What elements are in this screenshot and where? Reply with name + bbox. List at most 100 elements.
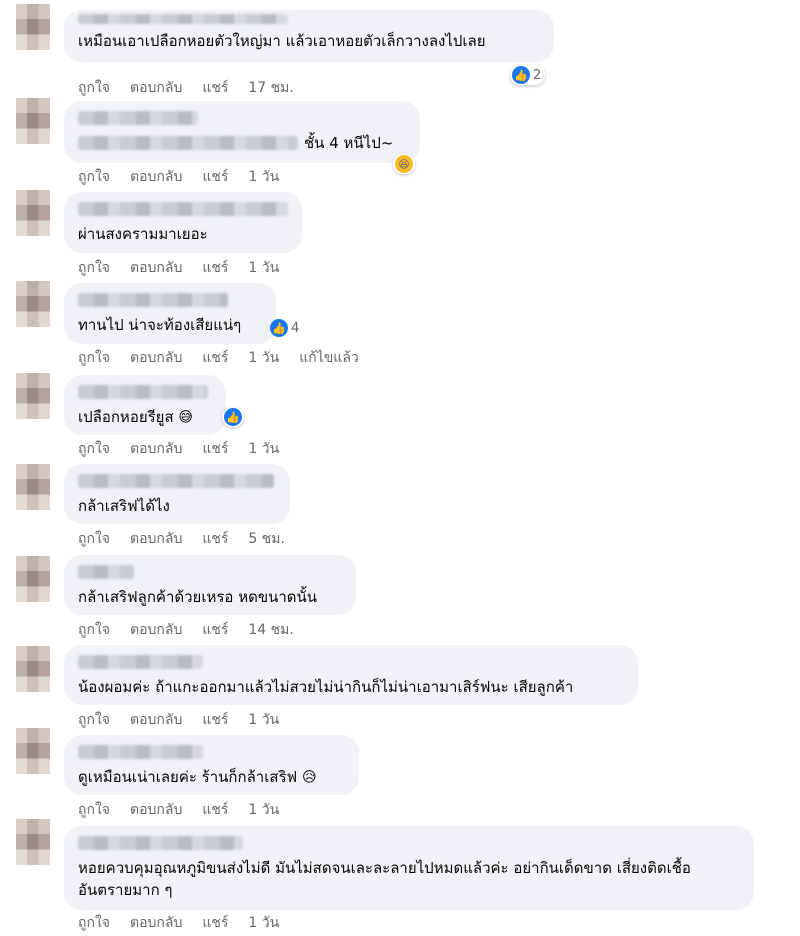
comment-text: ทานไป น่าจะท้องเสียแน่ๆ bbox=[78, 316, 242, 334]
like-button[interactable]: ถูกใจ bbox=[78, 619, 110, 641]
thumbs-up-icon: 👍 bbox=[512, 66, 530, 84]
grinning-emoji-icon: 😅 bbox=[178, 409, 194, 426]
avatar[interactable] bbox=[16, 373, 50, 419]
avatar[interactable] bbox=[16, 728, 50, 774]
blurred-author-name[interactable] bbox=[78, 202, 288, 216]
comment-bubble: หอยควบคุมอุณหภูมิขนส่งไม่ดี มันไม่สดจนเล… bbox=[64, 826, 754, 910]
timestamp[interactable]: 17 ชม. bbox=[248, 77, 293, 99]
comment-text: ชั้น 4 หนีไป~ bbox=[304, 134, 394, 152]
reply-button[interactable]: ตอบกลับ bbox=[130, 528, 182, 550]
like-button[interactable]: ถูกใจ bbox=[78, 799, 110, 821]
comment-text-body: เปลือกหอยรียูส bbox=[78, 408, 174, 426]
blurred-text bbox=[78, 136, 298, 150]
timestamp[interactable]: 1 วัน bbox=[248, 166, 279, 188]
comment-actions: ถูกใจ ตอบกลับ แชร์ 17 ชม. bbox=[78, 77, 294, 99]
comment-actions: ถูกใจ ตอบกลับ แชร์ 1 วัน bbox=[78, 799, 279, 821]
like-button[interactable]: ถูกใจ bbox=[78, 528, 110, 550]
reply-button[interactable]: ตอบกลับ bbox=[130, 912, 182, 934]
comment-bubble: เหมือนเอาเปลือกหอยตัวใหญ่มา แล้วเอาหอยตั… bbox=[64, 10, 554, 62]
blurred-author-name[interactable] bbox=[78, 111, 198, 125]
blurred-author-name[interactable] bbox=[78, 14, 288, 24]
avatar[interactable] bbox=[16, 819, 50, 865]
comment-text: หอยควบคุมอุณหภูมิขนส่งไม่ดี มันไม่สดจนเล… bbox=[78, 859, 691, 899]
thumbs-up-icon: 👍 bbox=[270, 319, 288, 337]
share-button[interactable]: แชร์ bbox=[202, 166, 228, 188]
share-button[interactable]: แชร์ bbox=[202, 347, 228, 369]
blurred-author-name[interactable] bbox=[78, 655, 203, 669]
comment-bubble: ผ่านสงครามมาเยอะ bbox=[64, 192, 302, 253]
blurred-author-name[interactable] bbox=[78, 565, 134, 579]
like-button[interactable]: ถูกใจ bbox=[78, 166, 110, 188]
sad-emoji-icon: 😥 bbox=[301, 769, 317, 786]
comment-actions: ถูกใจ ตอบกลับ แชร์ 1 วัน bbox=[78, 257, 279, 279]
avatar[interactable] bbox=[16, 464, 50, 510]
reply-button[interactable]: ตอบกลับ bbox=[130, 77, 182, 99]
share-button[interactable]: แชร์ bbox=[202, 257, 228, 279]
share-button[interactable]: แชร์ bbox=[202, 438, 228, 460]
share-button[interactable]: แชร์ bbox=[202, 799, 228, 821]
timestamp[interactable]: 1 วัน bbox=[248, 438, 279, 460]
comment-bubble: ชั้น 4 หนีไป~ bbox=[64, 101, 420, 163]
like-button[interactable]: ถูกใจ bbox=[78, 77, 110, 99]
blurred-author-name[interactable] bbox=[78, 293, 228, 307]
comment-text: กล้าเสริฟลูกค้าด้วยเหรอ หดขนาดนั้น bbox=[78, 588, 317, 606]
share-button[interactable]: แชร์ bbox=[202, 709, 228, 731]
like-button[interactable]: ถูกใจ bbox=[78, 257, 110, 279]
comment-bubble: กล้าเสริฟลูกค้าด้วยเหรอ หดขนาดนั้น bbox=[64, 555, 356, 615]
reaction-count: 2 bbox=[533, 67, 542, 83]
reply-button[interactable]: ตอบกลับ bbox=[130, 347, 182, 369]
reaction-summary[interactable]: 👍 2 bbox=[510, 65, 546, 85]
reaction-summary[interactable]: 😆 bbox=[393, 154, 415, 174]
timestamp[interactable]: 1 วัน bbox=[248, 257, 279, 279]
comment-bubble: ดูเหมือนเน่าเลยค่ะ ร้านก็กล้าเสริฟ 😥 bbox=[64, 735, 359, 795]
share-button[interactable]: แชร์ bbox=[202, 77, 228, 99]
share-button[interactable]: แชร์ bbox=[202, 528, 228, 550]
comment-bubble: น้องผอมค่ะ ถ้าแกะออกมาแล้วไม่สวยไม่น่ากิ… bbox=[64, 645, 638, 705]
avatar[interactable] bbox=[16, 281, 50, 327]
timestamp[interactable]: 5 ชม. bbox=[248, 528, 285, 550]
avatar[interactable] bbox=[16, 4, 50, 50]
reaction-summary[interactable]: 👍 4 bbox=[268, 318, 303, 338]
avatar[interactable] bbox=[16, 98, 50, 144]
comment-text: น้องผอมค่ะ ถ้าแกะออกมาแล้วไม่สวยไม่น่ากิ… bbox=[78, 678, 574, 696]
blurred-author-name[interactable] bbox=[78, 385, 208, 399]
reaction-summary[interactable]: 👍 bbox=[222, 407, 244, 427]
comment-actions: ถูกใจ ตอบกลับ แชร์ 1 วัน แก้ไขแล้ว bbox=[78, 347, 359, 369]
reply-button[interactable]: ตอบกลับ bbox=[130, 257, 182, 279]
comment-actions: ถูกใจ ตอบกลับ แชร์ 1 วัน bbox=[78, 166, 279, 188]
comment-bubble: กล้าเสริฟได้ไง bbox=[64, 464, 290, 524]
edited-label: แก้ไขแล้ว bbox=[299, 350, 359, 366]
share-button[interactable]: แชร์ bbox=[202, 619, 228, 641]
timestamp[interactable]: 1 วัน bbox=[248, 799, 279, 821]
reply-button[interactable]: ตอบกลับ bbox=[130, 166, 182, 188]
timestamp[interactable]: 14 ชม. bbox=[248, 619, 293, 641]
comment-text: กล้าเสริฟได้ไง bbox=[78, 497, 170, 515]
timestamp[interactable]: 1 วัน bbox=[248, 347, 279, 369]
blurred-author-name[interactable] bbox=[78, 474, 274, 488]
like-button[interactable]: ถูกใจ bbox=[78, 438, 110, 460]
comment-actions: ถูกใจ ตอบกลับ แชร์ 1 วัน bbox=[78, 438, 279, 460]
avatar[interactable] bbox=[16, 556, 50, 602]
blurred-author-name[interactable] bbox=[78, 836, 243, 850]
comment-actions: ถูกใจ ตอบกลับ แชร์ 5 ชม. bbox=[78, 528, 285, 550]
share-button[interactable]: แชร์ bbox=[202, 912, 228, 934]
avatar[interactable] bbox=[16, 646, 50, 692]
timestamp[interactable]: 1 วัน bbox=[248, 912, 279, 934]
reply-button[interactable]: ตอบกลับ bbox=[130, 619, 182, 641]
comment-actions: ถูกใจ ตอบกลับ แชร์ 1 วัน bbox=[78, 912, 279, 934]
timestamp[interactable]: 1 วัน bbox=[248, 709, 279, 731]
reply-button[interactable]: ตอบกลับ bbox=[130, 799, 182, 821]
reaction-count: 4 bbox=[291, 320, 300, 336]
reply-button[interactable]: ตอบกลับ bbox=[130, 709, 182, 731]
like-button[interactable]: ถูกใจ bbox=[78, 912, 110, 934]
reply-button[interactable]: ตอบกลับ bbox=[130, 438, 182, 460]
comment-actions: ถูกใจ ตอบกลับ แชร์ 14 ชม. bbox=[78, 619, 294, 641]
comment-bubble: ทานไป น่าจะท้องเสียแน่ๆ bbox=[64, 283, 276, 344]
avatar[interactable] bbox=[16, 190, 50, 236]
blurred-author-name[interactable] bbox=[78, 745, 203, 759]
comment-text-body: ดูเหมือนเน่าเลยค่ะ ร้านก็กล้าเสริฟ bbox=[78, 768, 298, 786]
like-button[interactable]: ถูกใจ bbox=[78, 709, 110, 731]
like-button[interactable]: ถูกใจ bbox=[78, 347, 110, 369]
comment-text: ผ่านสงครามมาเยอะ bbox=[78, 225, 208, 243]
comment-text: เหมือนเอาเปลือกหอยตัวใหญ่มา แล้วเอาหอยตั… bbox=[78, 32, 486, 50]
